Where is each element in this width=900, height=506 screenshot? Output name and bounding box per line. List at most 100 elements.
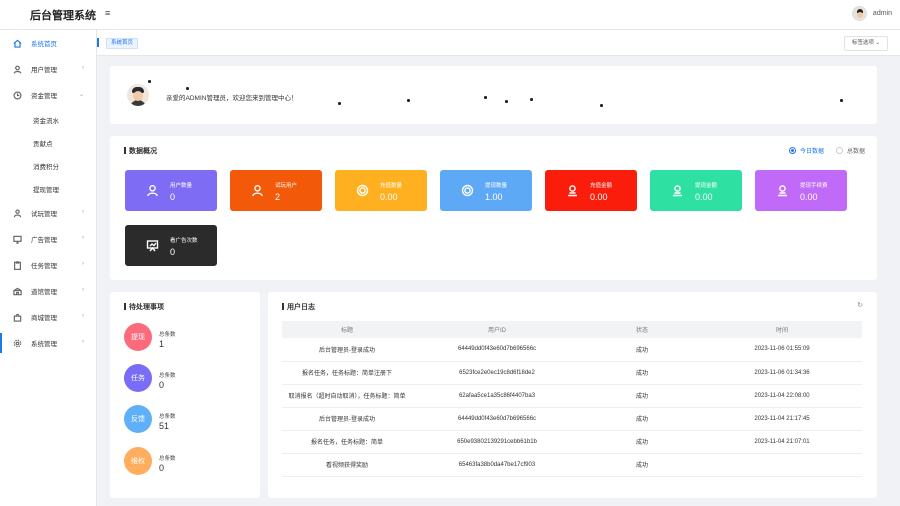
clock-icon [12,90,22,100]
todo-label: 总条数 [159,373,176,379]
stat-value: 0 [170,247,176,257]
log-time: 2023-11-04 22:08:00 [702,384,862,408]
todo-label: 总条数 [159,414,176,420]
stat-label: 试玩用户 [275,183,298,189]
wallet-icon [566,184,579,197]
sidebar-item-home[interactable]: 系统首页 [0,30,96,56]
top-header: 后台管理系统 ≡ admin [0,0,900,30]
log-status: 成功 [582,430,702,454]
sidebar-item-label: 系统首页 [31,41,57,48]
column-header: 时间 [702,321,862,338]
sidebar-item-ads[interactable]: 广告管理 › [0,226,96,252]
stat-value: 0.00 [380,192,398,202]
sidebar-item-label: 试玩管理 [31,211,57,218]
building-icon [12,286,22,296]
stat-card-trial-users[interactable]: 试玩用户 2 [230,170,322,211]
log-time: 2023-11-06 01:34:36 [702,361,862,385]
sidebar-subitem-fund-flow[interactable]: 资金流水 [0,108,96,131]
radio-label: 今日数据 [799,149,824,155]
sidebar-item-trial[interactable]: 试玩管理 › [0,200,96,226]
app-title: 后台管理系统 [30,10,96,22]
log-user-id: 62afaa5ce1a35c86f4407ba3 [412,384,582,408]
log-title: 报名任务，任务标题：简单 [282,430,412,454]
user-icon [146,184,159,197]
decor-dot [186,87,189,90]
avatar [127,84,149,106]
table-row: 报名任务，任务标题：简单 650e93802139291cebb61b1b 成功… [282,430,862,454]
chevron-right-icon: › [82,261,84,267]
sidebar-item-tasks[interactable]: 任务管理 › [0,252,96,278]
stat-card-recharge-count[interactable]: 充值数量 0.00 [335,170,427,211]
user-icon [12,64,22,74]
todo-item-feedback[interactable]: 反馈 总条数 51 [124,405,254,435]
stat-card-withdraw-count[interactable]: 提现数量 1.00 [440,170,532,211]
wallet-icon [671,184,684,197]
log-status: 成功 [582,384,702,408]
bag-icon [12,312,22,322]
stat-label: 看广告次数 [170,238,198,244]
column-header: 用户ID [412,321,582,338]
username[interactable]: admin [873,10,892,17]
chevron-right-icon: › [82,339,84,345]
sidebar-item-halls[interactable]: 道馆管理 › [0,278,96,304]
user-menu[interactable]: admin [851,6,892,21]
coin-icon [461,184,474,197]
sidebar-item-system[interactable]: 系统管理 › [0,330,96,356]
log-title: 后台管理员-登录成功 [282,338,412,362]
avatar[interactable] [851,6,867,21]
log-user-id: 64449dd0f43e60d7b696566c [412,338,582,362]
section-title: 待处理事项 [124,302,164,312]
stat-card-user-count[interactable]: 用户数量 0 [125,170,217,211]
tab-options-dropdown[interactable]: 标签选项 ⌄ [843,36,888,51]
radio-total[interactable]: 总数据 [835,146,865,155]
log-time: 2023-11-06 01:55:09 [702,338,862,362]
gear-icon [12,338,22,348]
decor-dot [840,99,843,102]
radio-today[interactable]: 今日数据 [788,146,824,155]
todo-item-rights[interactable]: 维权 总条数 0 [124,447,254,477]
stat-value: 0.00 [800,192,818,202]
todo-item-task[interactable]: 任务 总条数 0 [124,364,254,394]
stat-label: 提现数量 [485,183,508,189]
tab-bar: 系统首页 标签选项 ⌄ [97,30,900,56]
log-title: 取消报名（超时自动取消），任务标题：简单 [282,384,412,408]
sidebar-item-shop[interactable]: 商城管理 › [0,304,96,330]
coin-icon [356,184,369,197]
user-icon [251,184,264,197]
sidebar-subitem-contribution[interactable]: 贡献点 [0,131,96,154]
stat-card-withdraw-amount[interactable]: 提现金额 0.00 [650,170,742,211]
log-status: 成功 [582,361,702,385]
sidebar-item-users[interactable]: 用户管理 › [0,56,96,82]
todo-item-withdraw[interactable]: 提现 总条数 1 [124,323,254,353]
radio-indicator [788,147,796,154]
stat-card-withdraw-fee[interactable]: 提现手续费 0.00 [755,170,847,211]
todo-label: 总条数 [159,456,176,462]
sidebar-subitem-points[interactable]: 消费积分 [0,154,96,177]
log-status: 成功 [582,453,702,477]
chevron-right-icon: › [82,209,84,215]
chevron-right-icon: › [82,313,84,319]
sidebar-item-funds[interactable]: 资金管理 ⌄ [0,82,96,108]
menu-toggle-button[interactable]: ≡ [105,8,110,18]
sidebar-subitem-withdraw[interactable]: 提现管理 [0,177,96,200]
stat-value: 0 [170,192,176,202]
todo-value: 0 [159,380,165,390]
chevron-right-icon: › [82,235,84,241]
stat-card-ad-views[interactable]: 看广告次数 0 [125,225,217,266]
monitor-icon [12,234,22,244]
section-title: 数据概况 [124,146,157,156]
stat-card-recharge-amount[interactable]: 充值金额 0.00 [545,170,637,211]
tab-home[interactable]: 系统首页 [106,38,139,49]
user-log-card: 用户日志 ↻ 标题 用户ID 状态 时间 后台管理员-登录成功 64449dd0… [268,292,877,498]
radio-indicator [835,147,843,154]
log-user-id: 650e93802139291cebb61b1b [412,430,582,454]
todo-label: 总条数 [159,332,176,338]
chevron-right-icon: › [82,65,84,71]
refresh-icon[interactable]: ↻ [857,301,863,309]
sidebar-item-label: 广告管理 [31,237,57,244]
tab-scroll-left[interactable] [97,38,99,47]
stat-value: 0.00 [590,192,608,202]
stat-label: 充值金额 [590,183,613,189]
log-status: 成功 [582,338,702,362]
log-time [702,453,862,477]
